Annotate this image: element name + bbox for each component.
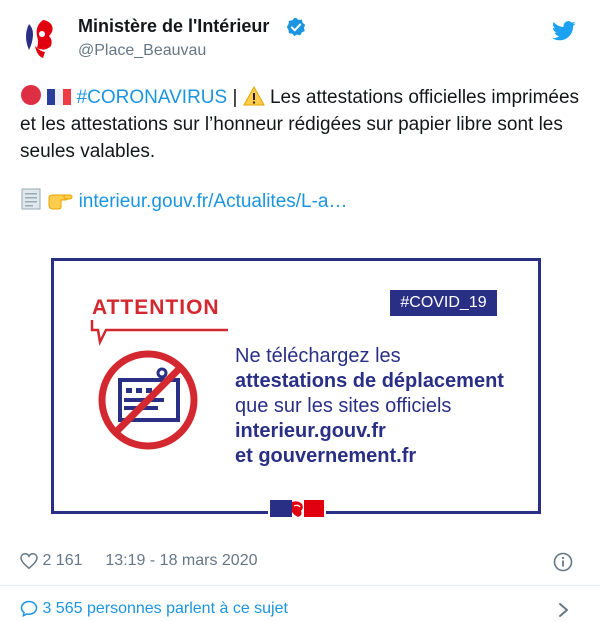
author-handle[interactable]: @Place_Beauvau: [78, 42, 206, 60]
like-count[interactable]: 2 161: [42, 552, 82, 569]
twitter-bird-icon[interactable]: [552, 20, 576, 42]
card-line-3: que sur les sites officiels: [235, 395, 452, 417]
republique-francaise-logo: [268, 496, 326, 520]
author-name[interactable]: Ministère de l'Intérieur: [78, 16, 269, 37]
tweet-text: #CORONAVIRUS | Les attestations officiel…: [20, 84, 580, 165]
card-line-4: interieur.gouv.fr: [235, 420, 386, 442]
card-line-1: Ne téléchargez les: [235, 345, 401, 367]
covid-hashtag-badge: #COVID_19: [390, 290, 497, 316]
conversation-link[interactable]: 3 565 personnes parlent à ce sujet: [20, 600, 288, 618]
verified-badge-icon: [286, 17, 306, 37]
separator: |: [227, 87, 243, 108]
footer-divider: [0, 585, 600, 586]
chevron-right-icon[interactable]: [556, 602, 570, 618]
card-message: Ne téléchargez les attestations de dépla…: [235, 344, 504, 469]
card-line-2: attestations de déplacement: [235, 370, 504, 392]
card-line-5: et gouvernement.fr: [235, 445, 417, 467]
link-line: interieur.gouv.fr/Actualites/L-a…: [20, 188, 348, 215]
warning-emoji: [242, 86, 265, 106]
tweet-timestamp[interactable]: 13:19 - 18 mars 2020: [105, 552, 257, 569]
heart-icon[interactable]: [20, 552, 38, 570]
attention-heading: ATTENTION: [92, 296, 220, 319]
red-circle-emoji: [21, 85, 41, 105]
hashtag-link[interactable]: #CORONAVIRUS: [77, 87, 228, 108]
tweet-meta: 2 161 13:19 - 18 mars 2020: [20, 552, 258, 570]
pointing-hand-emoji: [48, 194, 73, 210]
document-emoji: [21, 188, 41, 210]
speech-bubble-outline: [90, 320, 228, 346]
marianne-logo[interactable]: [15, 12, 67, 64]
talking-count: 3 565 personnes parlent à ce sujet: [42, 600, 288, 617]
french-flag-emoji: [47, 89, 72, 105]
no-download-icon: [98, 350, 198, 450]
info-icon[interactable]: [553, 552, 573, 572]
comment-icon: [20, 600, 38, 618]
article-link[interactable]: interieur.gouv.fr/Actualites/L-a…: [79, 191, 348, 212]
